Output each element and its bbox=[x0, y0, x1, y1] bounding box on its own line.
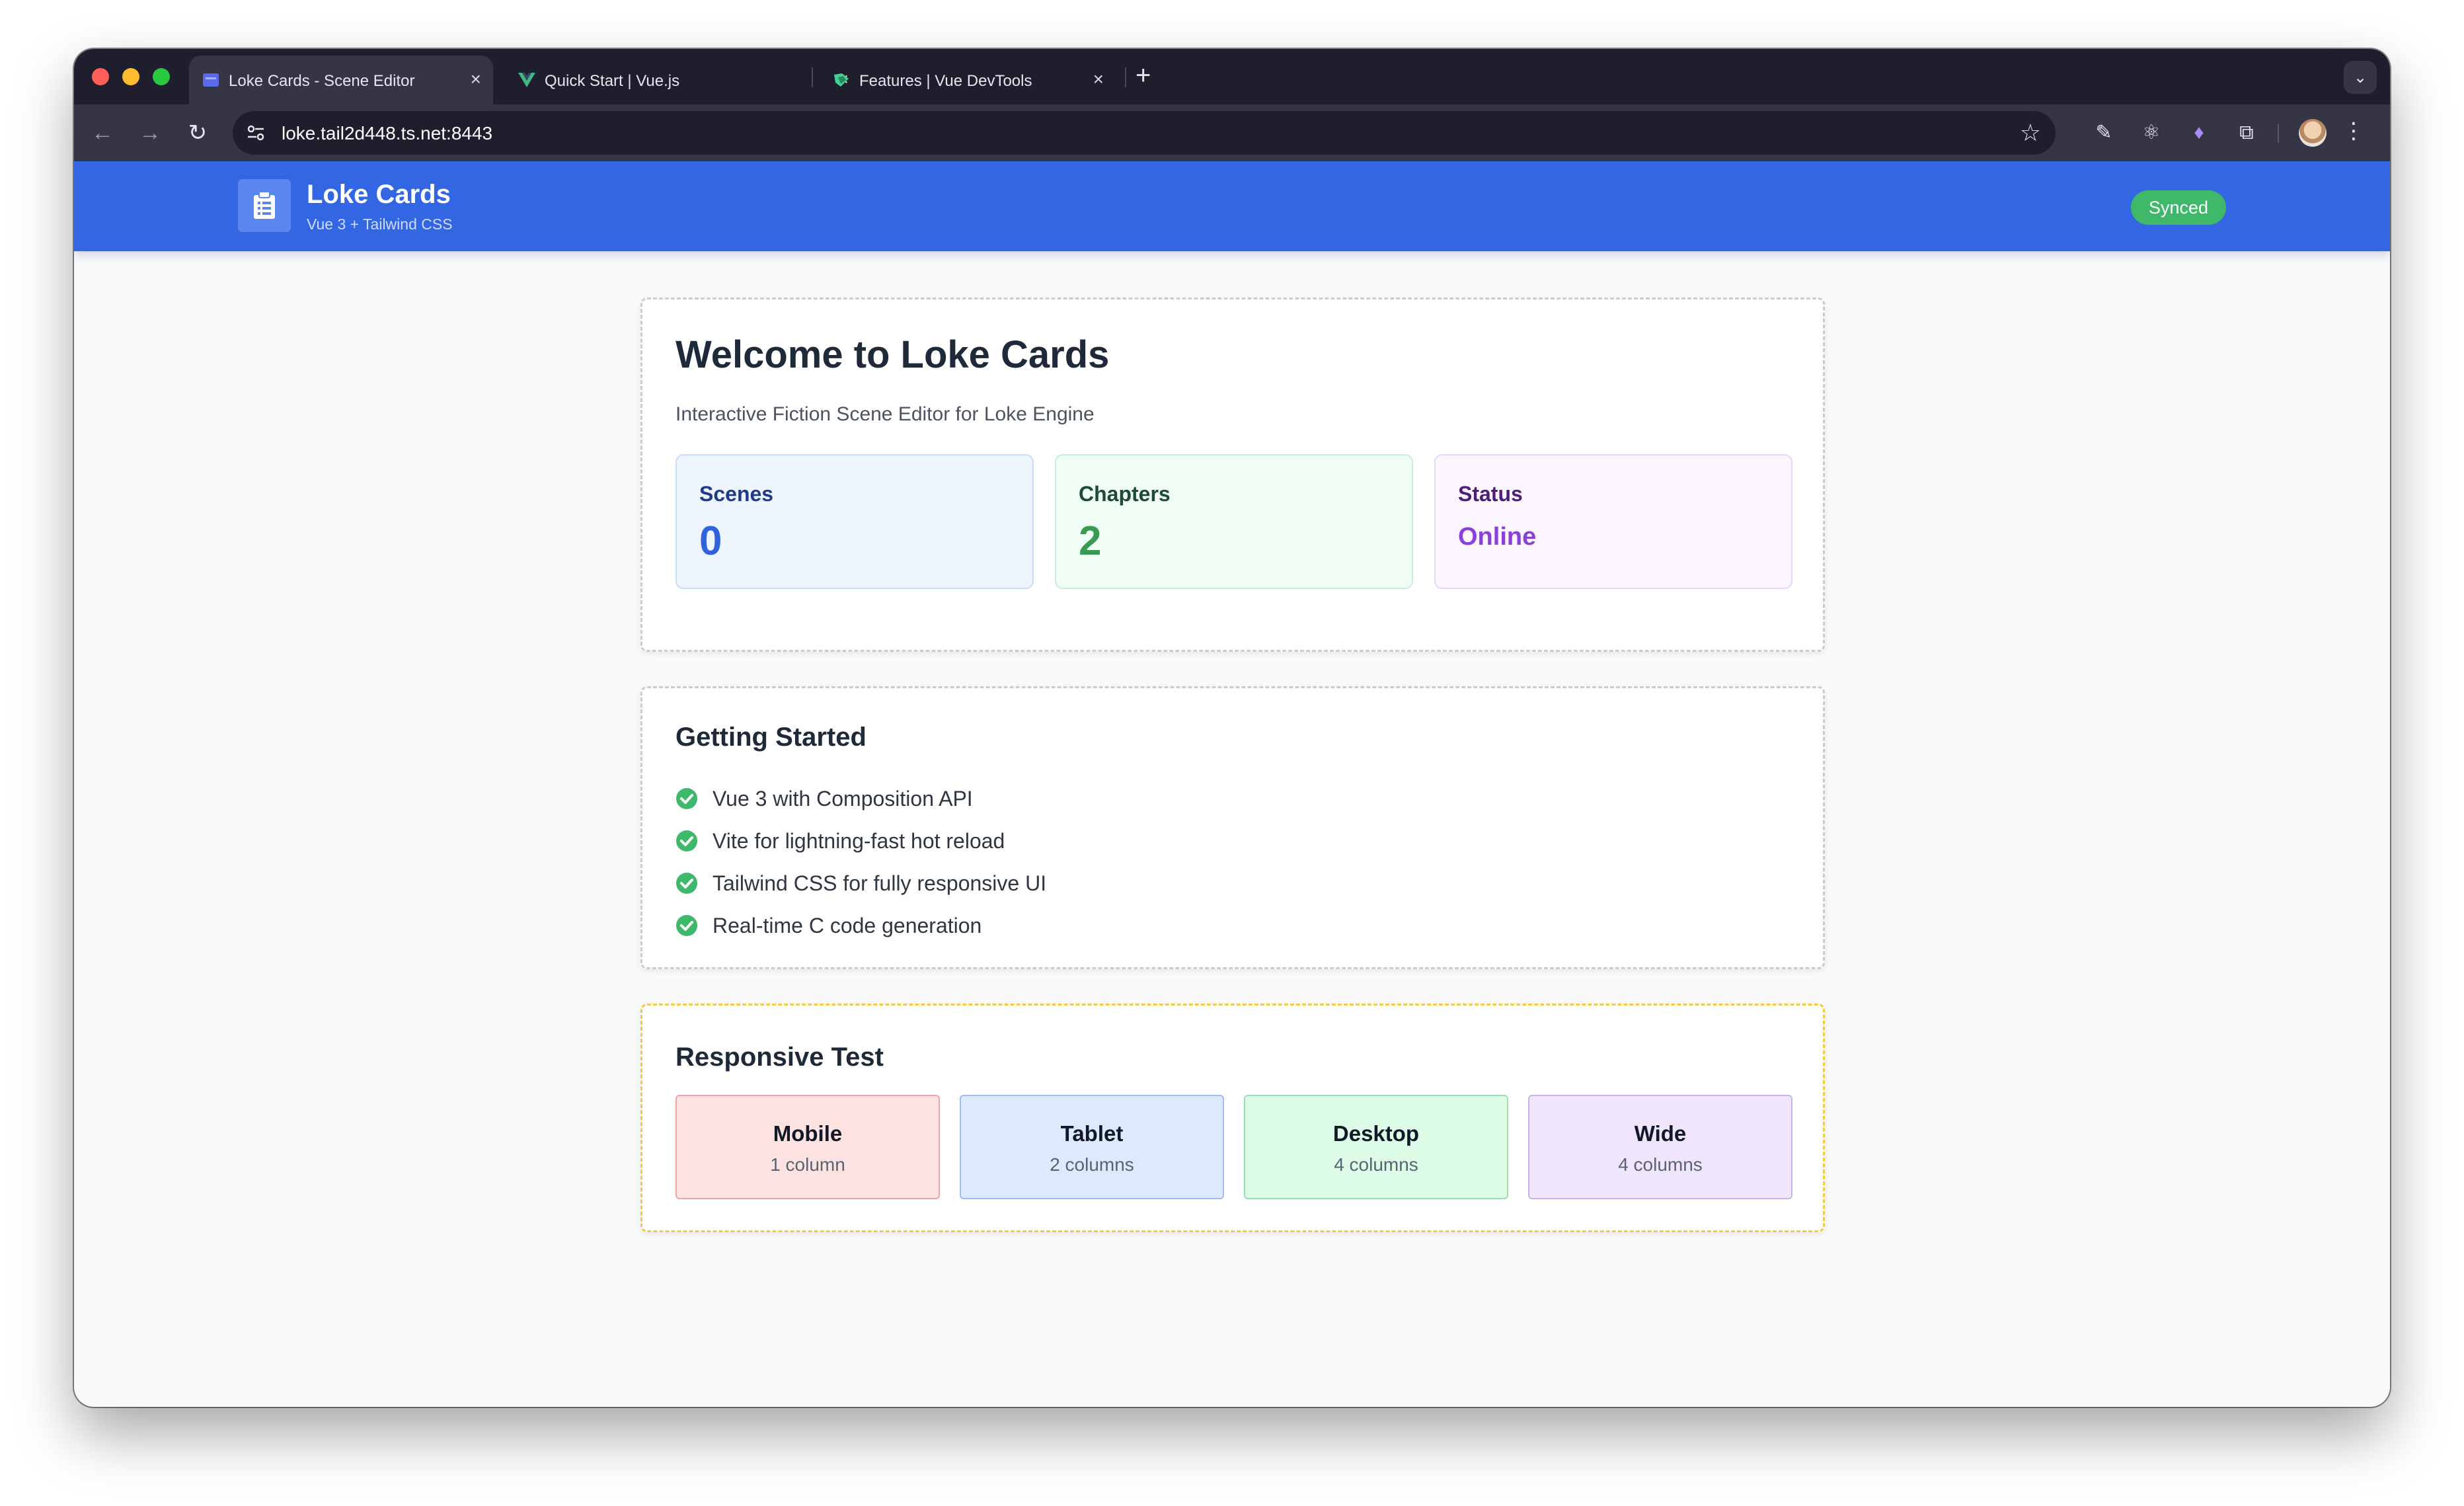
synced-status-badge: Synced bbox=[2131, 190, 2226, 225]
welcome-title: Welcome to Loke Cards bbox=[675, 333, 1110, 376]
app-logo bbox=[238, 179, 291, 232]
tab-title: Quick Start | Vue.js bbox=[545, 72, 680, 90]
react-devtools-icon[interactable]: ⚛ bbox=[2137, 119, 2165, 147]
more-menu-icon[interactable]: ⋮ bbox=[2342, 118, 2365, 144]
list-item: Tailwind CSS for fully responsive UI bbox=[675, 862, 1046, 904]
stat-value: 2 bbox=[1079, 518, 1102, 564]
stat-value: Online bbox=[1458, 523, 1537, 551]
chapters-stat: Chapters 2 bbox=[1055, 454, 1413, 589]
tab-search-chevron-icon[interactable]: ⌄ bbox=[2344, 61, 2377, 94]
list-item-text: Vue 3 with Composition API bbox=[712, 786, 973, 811]
list-item-text: Vite for lightning-fast hot reload bbox=[712, 828, 1005, 853]
list-item: Vue 3 with Composition API bbox=[675, 777, 1046, 820]
check-circle-icon bbox=[676, 830, 697, 852]
check-circle-icon bbox=[676, 788, 697, 809]
profile-avatar[interactable] bbox=[2299, 119, 2327, 147]
app-title: Loke Cards bbox=[307, 180, 451, 209]
tile-subtitle: 1 column bbox=[770, 1154, 845, 1175]
stat-value: 0 bbox=[699, 518, 722, 564]
list-item: Vite for lightning-fast hot reload bbox=[675, 820, 1046, 862]
stat-label: Status bbox=[1458, 482, 1523, 506]
maximize-window-button[interactable] bbox=[153, 68, 170, 85]
tile-title: Mobile bbox=[773, 1121, 843, 1146]
desktop-tile: Desktop 4 columns bbox=[1244, 1095, 1508, 1199]
close-window-button[interactable] bbox=[92, 68, 109, 85]
tile-title: Tablet bbox=[1060, 1121, 1124, 1146]
tile-title: Wide bbox=[1634, 1121, 1687, 1146]
new-tab-button[interactable]: + bbox=[1136, 61, 1151, 91]
extension-icon[interactable]: ✎ bbox=[2090, 119, 2118, 147]
responsive-test-card: Responsive Test Mobile 1 column Tablet 2… bbox=[640, 1004, 1825, 1232]
bookmark-star-icon[interactable]: ☆ bbox=[2020, 119, 2041, 147]
vue-favicon-icon bbox=[518, 73, 535, 87]
devtools-favicon-icon bbox=[834, 73, 849, 87]
feature-list: Vue 3 with Composition API Vite for ligh… bbox=[675, 777, 1046, 947]
tablet-tile: Tablet 2 columns bbox=[960, 1095, 1224, 1199]
forward-arrow-icon[interactable]: → bbox=[134, 116, 167, 149]
browser-toolbar: ← → ↻ loke.tail2d448.ts.net:8443 ☆ ✎ ⚛ ♦… bbox=[74, 104, 2390, 161]
wide-tile: Wide 4 columns bbox=[1528, 1095, 1792, 1199]
stat-label: Scenes bbox=[699, 482, 774, 506]
clipboard-icon bbox=[254, 191, 275, 219]
back-arrow-icon[interactable]: ← bbox=[86, 116, 119, 149]
status-stat: Status Online bbox=[1434, 454, 1792, 589]
scenes-stat: Scenes 0 bbox=[675, 454, 1034, 589]
close-tab-icon[interactable]: × bbox=[471, 69, 481, 90]
tile-subtitle: 2 columns bbox=[1050, 1154, 1134, 1175]
tab-strip: Loke Cards - Scene Editor × Quick Start … bbox=[74, 49, 2390, 104]
url-text: loke.tail2d448.ts.net:8443 bbox=[282, 123, 493, 143]
extensions-puzzle-icon[interactable]: ⧉ bbox=[2233, 119, 2260, 147]
tile-subtitle: 4 columns bbox=[1334, 1154, 1418, 1175]
tab-vue-devtools[interactable]: Features | Vue DevTools × bbox=[820, 56, 1130, 104]
list-item-text: Tailwind CSS for fully responsive UI bbox=[712, 871, 1047, 895]
app-header: Loke Cards Vue 3 + Tailwind CSS Synced bbox=[74, 161, 2390, 251]
site-settings-icon[interactable] bbox=[246, 123, 266, 143]
welcome-card: Welcome to Loke Cards Interactive Fictio… bbox=[640, 297, 1825, 652]
getting-started-card: Getting Started Vue 3 with Composition A… bbox=[640, 686, 1825, 969]
app-subtitle: Vue 3 + Tailwind CSS bbox=[307, 216, 453, 233]
extension-flame-icon[interactable]: ♦ bbox=[2185, 119, 2213, 147]
tab-title: Loke Cards - Scene Editor bbox=[229, 72, 415, 90]
getting-started-title: Getting Started bbox=[675, 723, 866, 752]
tab-title: Features | Vue DevTools bbox=[859, 72, 1032, 90]
address-bar[interactable]: loke.tail2d448.ts.net:8443 ☆ bbox=[233, 111, 2056, 155]
mobile-tile: Mobile 1 column bbox=[675, 1095, 940, 1199]
list-item-text: Real-time C code generation bbox=[712, 913, 982, 937]
tile-title: Desktop bbox=[1332, 1121, 1420, 1146]
close-tab-icon[interactable]: × bbox=[1093, 69, 1104, 90]
tab-loke-cards[interactable]: Loke Cards - Scene Editor × bbox=[189, 56, 493, 104]
minimize-window-button[interactable] bbox=[122, 68, 139, 85]
reload-icon[interactable]: ↻ bbox=[181, 116, 214, 149]
tab-separator bbox=[1125, 67, 1126, 87]
toolbar-separator bbox=[2278, 124, 2279, 143]
list-item: Real-time C code generation bbox=[675, 904, 1046, 947]
tab-separator bbox=[812, 67, 813, 87]
browser-window: Loke Cards - Scene Editor × Quick Start … bbox=[74, 49, 2390, 1407]
tile-subtitle: 4 columns bbox=[1618, 1154, 1703, 1175]
clipboard-favicon-icon bbox=[203, 73, 219, 87]
welcome-lead: Interactive Fiction Scene Editor for Lok… bbox=[675, 403, 1095, 425]
responsive-test-title: Responsive Test bbox=[675, 1043, 884, 1072]
check-circle-icon bbox=[676, 873, 697, 894]
check-circle-icon bbox=[676, 915, 697, 936]
stat-label: Chapters bbox=[1079, 482, 1171, 506]
